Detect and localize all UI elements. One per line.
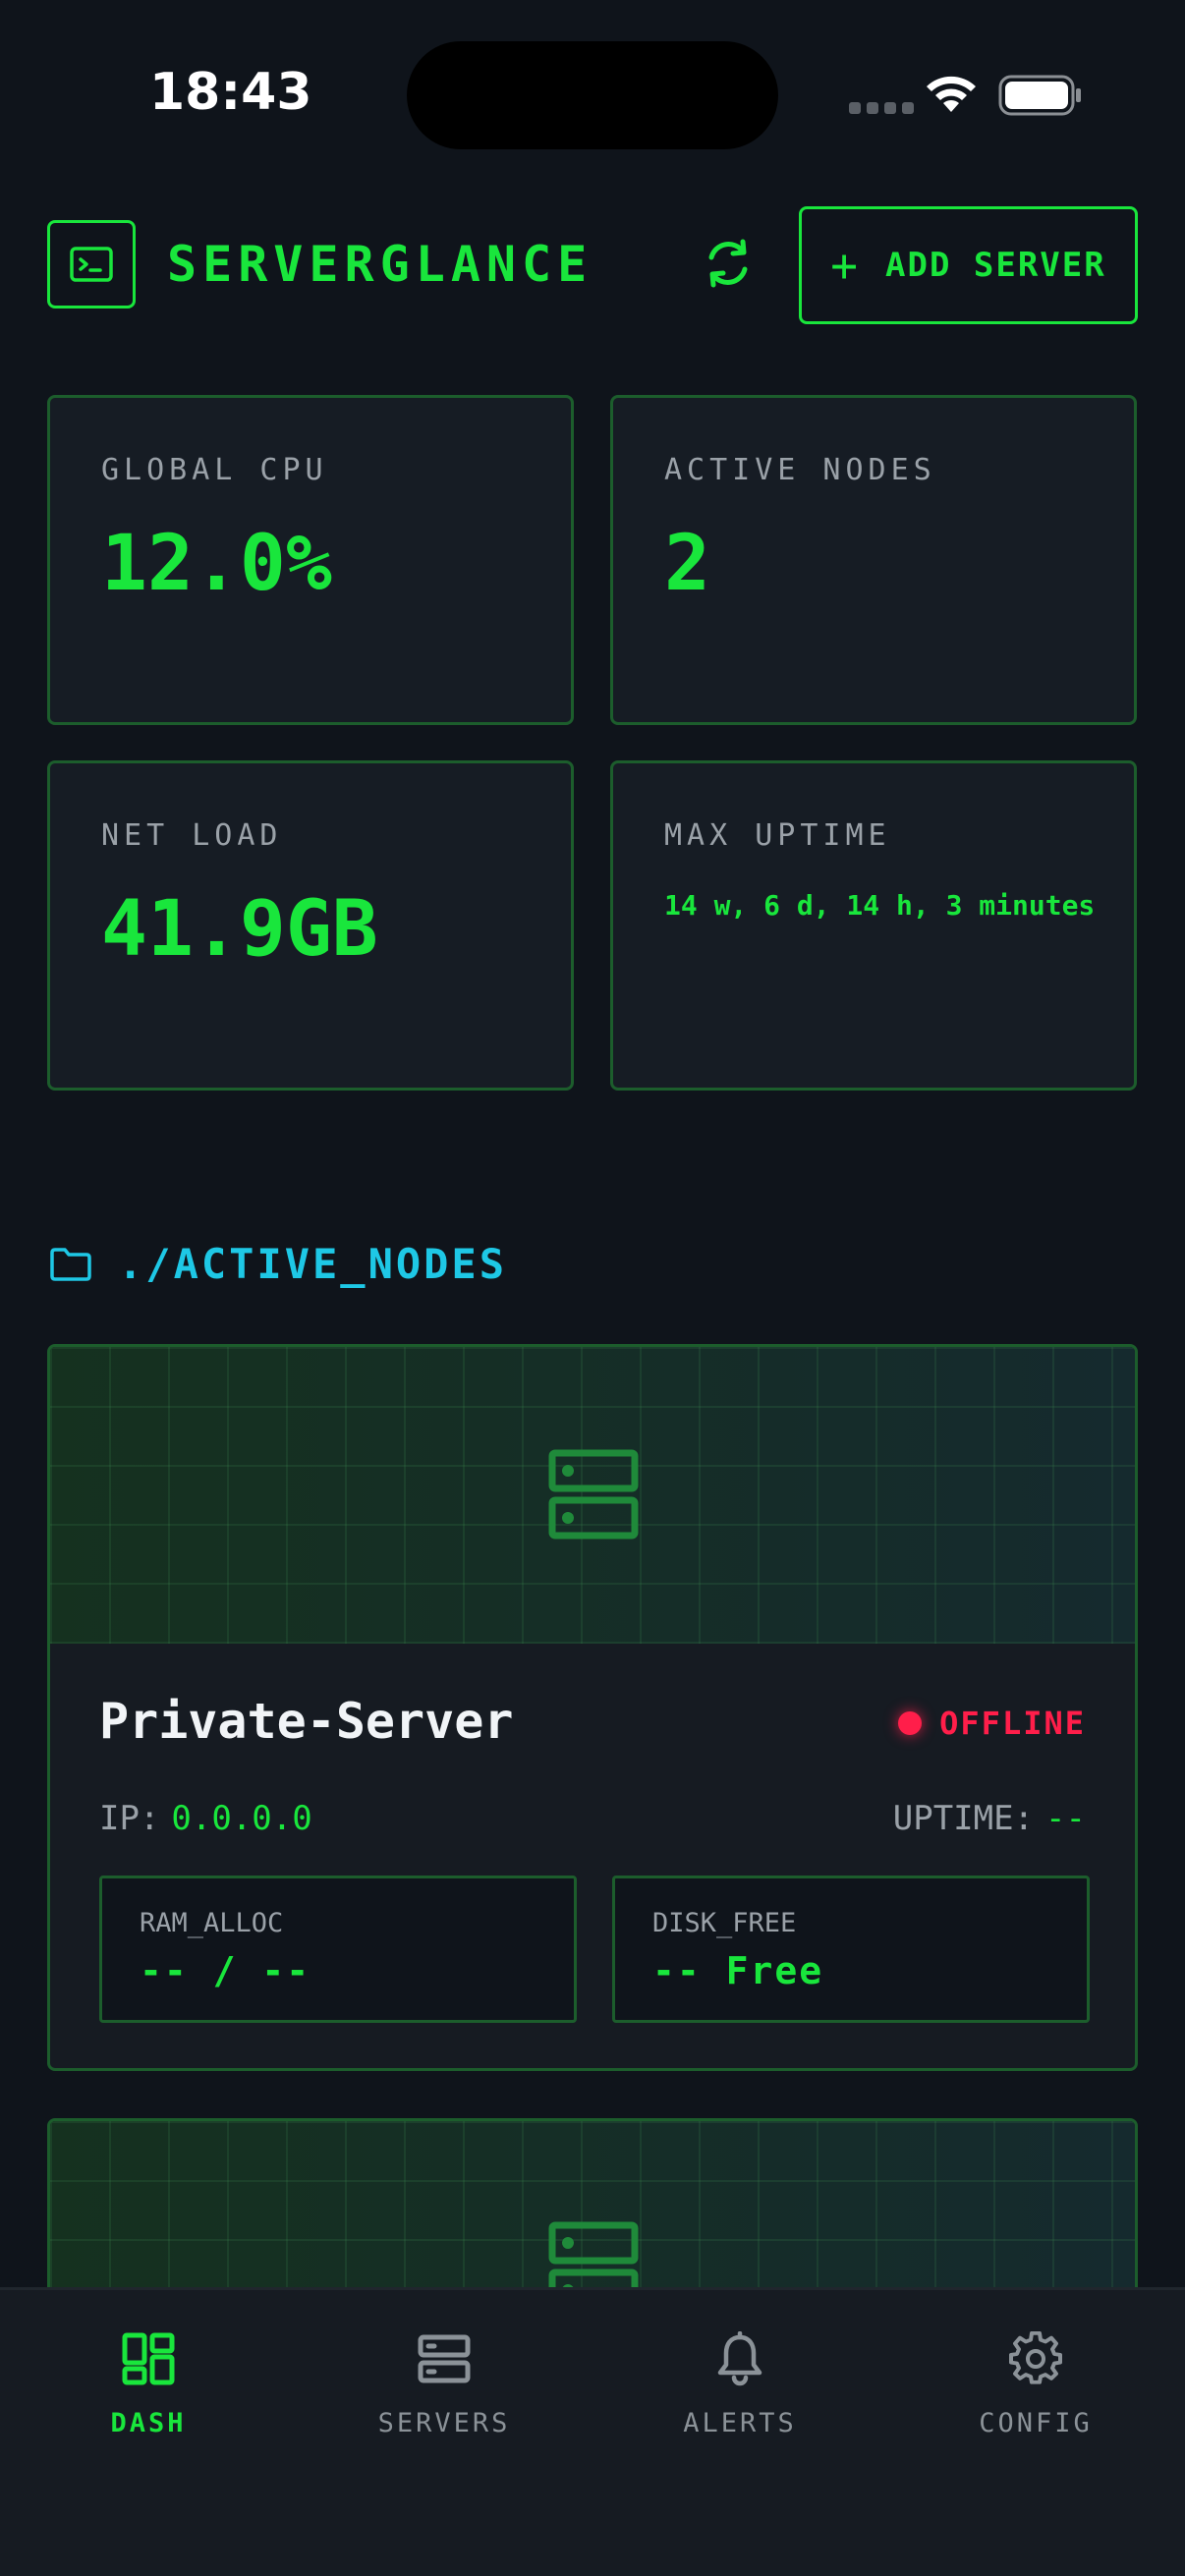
dashboard-icon: [122, 2332, 175, 2385]
status-time: 18:43: [149, 63, 312, 122]
disk-label: DISK_FREE: [652, 1908, 797, 1938]
bell-icon: [717, 2331, 762, 2386]
add-server-label: ADD SERVER: [885, 246, 1106, 285]
ram-value: -- / --: [140, 1949, 311, 1992]
app-root: 18:43 SERVERGLANCE + ADD SERVER GLOBAL C…: [0, 0, 1185, 2576]
stat-label: ACTIVE NODES: [664, 453, 936, 487]
nav-label: ALERTS: [683, 2408, 797, 2438]
uptime-value: --: [1045, 1799, 1086, 1838]
dynamic-island: [407, 41, 778, 149]
terminal-icon: [70, 247, 113, 282]
stat-card-global-cpu: GLOBAL CPU 12.0%: [47, 395, 574, 725]
gear-icon: [1009, 2331, 1062, 2384]
status-text: OFFLINE: [939, 1705, 1086, 1742]
ip-value: 0.0.0.0: [171, 1799, 312, 1838]
stat-card-max-uptime: MAX UPTIME 14 w, 6 d, 14 h, 3 minutes: [610, 760, 1137, 1091]
nav-item-servers[interactable]: SERVERS: [316, 2331, 572, 2438]
folder-icon: [50, 1247, 91, 1281]
stat-value: 41.9GB: [101, 885, 378, 974]
wifi-icon: [927, 76, 976, 112]
ram-alloc-box: RAM_ALLOC -- / --: [99, 1876, 577, 2023]
nav-item-alerts[interactable]: ALERTS: [612, 2331, 868, 2438]
stat-label: GLOBAL CPU: [101, 453, 328, 487]
ram-label: RAM_ALLOC: [140, 1908, 284, 1938]
uptime-label: UPTIME:: [892, 1799, 1035, 1838]
disk-free-box: DISK_FREE -- Free: [612, 1876, 1090, 2023]
stat-label: NET LOAD: [101, 818, 283, 853]
server-card[interactable]: Private-Server OFFLINE IP: 0.0.0.0 UPTIME…: [47, 1344, 1138, 2071]
disk-value: -- Free: [652, 1949, 824, 1992]
nav-label: DASH: [110, 2408, 187, 2438]
stat-card-active-nodes: ACTIVE NODES 2: [610, 395, 1137, 725]
status-dot-icon: [898, 1711, 923, 1735]
cellular-signal-icon: [849, 102, 914, 114]
bottom-nav: DASH SERVERS ALERTS CONFIG: [0, 2287, 1185, 2576]
plus-icon: +: [830, 239, 860, 292]
server-card-banner: [50, 1347, 1135, 1644]
ip-row: IP: 0.0.0.0: [99, 1799, 312, 1838]
server-name: Private-Server: [99, 1693, 514, 1750]
ip-label: IP:: [99, 1799, 160, 1838]
battery-icon: [998, 75, 1081, 116]
nav-label: SERVERS: [377, 2408, 511, 2438]
stat-card-net-load: NET LOAD 41.9GB: [47, 760, 574, 1091]
section-heading: ./ACTIVE_NODES: [49, 1240, 507, 1288]
stat-value: 2: [664, 520, 710, 608]
status-badge: OFFLINE: [898, 1705, 1086, 1742]
nav-item-dash[interactable]: DASH: [21, 2331, 276, 2438]
stat-value: 14 w, 6 d, 14 h, 3 minutes: [664, 889, 1096, 922]
terminal-logo: [47, 220, 136, 308]
uptime-row: UPTIME: --: [893, 1799, 1086, 1838]
nav-label: CONFIG: [979, 2408, 1093, 2438]
refresh-icon[interactable]: [700, 234, 757, 293]
server-icon: [418, 2334, 471, 2383]
section-title: ./ACTIVE_NODES: [118, 1240, 508, 1288]
add-server-button[interactable]: + ADD SERVER: [799, 206, 1138, 324]
stat-label: MAX UPTIME: [664, 818, 891, 853]
app-title: SERVERGLANCE: [167, 236, 593, 293]
nav-item-config[interactable]: CONFIG: [908, 2331, 1163, 2438]
server-icon: [548, 1449, 639, 1540]
stat-value: 12.0%: [101, 520, 332, 608]
